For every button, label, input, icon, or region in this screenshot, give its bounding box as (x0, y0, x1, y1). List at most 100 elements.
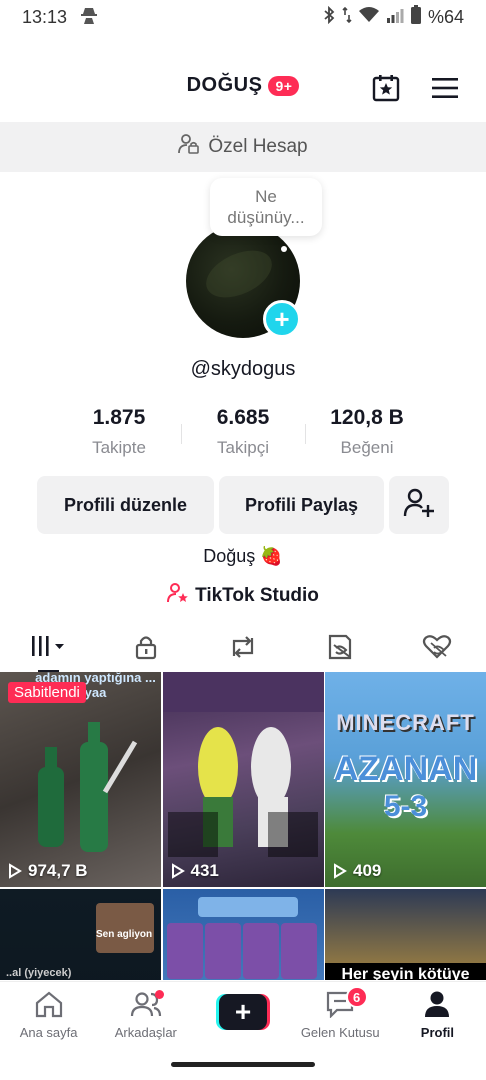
content-tabs (0, 626, 486, 672)
tab-liked[interactable] (389, 626, 486, 672)
share-profile-button[interactable]: Profili Paylaş (219, 476, 384, 534)
video-overlay-text: 5-3 (383, 790, 428, 823)
tab-reposts[interactable] (194, 626, 291, 672)
stat-label: Takipçi (217, 438, 269, 457)
video-grid: adamın yaptığına ... yaa Sabitlendi 974,… (0, 672, 486, 980)
status-right: %64 (322, 4, 464, 30)
stat-value: 6.685 (216, 406, 270, 429)
plus-icon: + (219, 994, 267, 1030)
thought-line-2: düşünüy... (227, 208, 305, 227)
bottom-navigation: Ana sayfa Arkadaşlar + 6 Gelen Kutusu Pr… (0, 981, 486, 1043)
game-cards-illustration (166, 896, 317, 979)
videos-grid-icon (29, 634, 69, 665)
studio-label: TikTok Studio (195, 585, 319, 606)
stat-following[interactable]: 1.875 Takipte (57, 406, 181, 458)
private-account-label: Özel Hesap (208, 136, 308, 157)
play-count-value: 409 (353, 861, 382, 880)
nav-profile-label: Profil (420, 1025, 455, 1040)
add-friend-button[interactable] (389, 476, 449, 534)
friends-notification-dot (155, 990, 165, 999)
pinned-badge: Sabitlendi (8, 682, 86, 703)
tab-videos[interactable] (0, 626, 97, 672)
repost-icon (229, 634, 257, 665)
stat-label: Beğeni (340, 438, 394, 457)
video-thumbnail[interactable]: MINECRAFT AZANAN 5-3 409 (325, 672, 486, 887)
lock-icon (133, 634, 159, 665)
profile-icon (423, 990, 451, 1021)
add-story-button[interactable]: + (263, 300, 301, 338)
tab-favorites[interactable] (292, 626, 389, 672)
home-indicator[interactable] (171, 1062, 315, 1067)
plus-icon: + (274, 304, 290, 334)
video-thumbnail[interactable]: Sen agliyon ..al (yiyecek) (0, 888, 161, 980)
account-switcher[interactable]: DOĞUŞ 9+ (0, 74, 486, 97)
play-icon (171, 863, 185, 879)
stat-value: 1.875 (92, 406, 146, 429)
play-count: 431 (171, 861, 219, 881)
chat-image (96, 902, 154, 953)
stat-label: Takipte (92, 438, 146, 457)
studio-icon (167, 582, 189, 610)
profile-stats: 1.875 Takipte 6.685 Takipçi 120,8 B Beğe… (0, 406, 486, 458)
video-caption: Her şeyin kötüye (325, 962, 486, 980)
play-icon (334, 863, 347, 879)
notification-badge: 9+ (268, 75, 300, 96)
incognito-icon (79, 5, 99, 30)
status-bar: 13:13 %64 (0, 0, 486, 34)
favorites-icon (326, 633, 354, 666)
bio-text: Doğuş 🍓 (203, 546, 283, 566)
tab-private[interactable] (97, 626, 194, 672)
add-friend-icon (403, 488, 435, 523)
stat-likes[interactable]: 120,8 B Beğeni (305, 406, 429, 458)
game-scene-illustration (162, 672, 324, 857)
video-subcaption: ..al (yiyecek) (6, 966, 72, 979)
status-time: 13:13 (22, 6, 68, 27)
signal-icon (386, 6, 404, 29)
nav-inbox[interactable]: 6 Gelen Kutusu (292, 982, 389, 1043)
home-icon (34, 990, 64, 1021)
stat-value: 120,8 B (330, 406, 404, 429)
menu-icon[interactable] (429, 72, 461, 104)
data-arrows-icon (342, 6, 352, 29)
stat-followers[interactable]: 6.685 Takipçi (181, 406, 305, 458)
nav-friends[interactable]: Arkadaşlar (97, 982, 194, 1043)
nav-home-label: Ana sayfa (19, 1025, 78, 1040)
profile-handle: @skydogus (190, 358, 296, 380)
inbox-count-badge: 6 (345, 986, 368, 1008)
play-count: 409 (333, 861, 381, 881)
video-thumbnail[interactable] (162, 888, 324, 980)
battery-percent: %64 (427, 6, 464, 27)
video-title: MINECRAFT (336, 710, 475, 735)
battery-icon (410, 4, 422, 30)
video-overlay-text: AZANAN (333, 750, 478, 788)
account-name: DOĞUŞ (186, 74, 263, 96)
calendar-star-icon[interactable] (370, 72, 402, 104)
play-icon (9, 863, 22, 879)
thought-bubble[interactable]: Ne düşünüy... (210, 178, 322, 236)
edit-profile-button[interactable]: Profili düzenle (37, 476, 214, 534)
tiktok-studio-link[interactable]: TikTok Studio (0, 582, 486, 610)
video-thumbnail[interactable]: Her şeyin kötüye (325, 888, 486, 980)
bluetooth-icon (322, 5, 336, 29)
user-lock-icon (178, 133, 200, 161)
play-count-value: 431 (190, 861, 219, 880)
liked-icon (422, 634, 452, 665)
play-count-value: 974,7 B (28, 861, 88, 880)
video-thumbnail[interactable]: adamın yaptığına ... yaa Sabitlendi 974,… (0, 672, 161, 887)
create-button[interactable]: + (216, 994, 270, 1030)
status-left: 13:13 (22, 5, 99, 30)
thought-line-1: Ne (255, 187, 277, 206)
private-account-bar[interactable]: Özel Hesap (0, 122, 486, 172)
wifi-icon (358, 6, 380, 29)
nav-inbox-label: Gelen Kutusu (300, 1025, 380, 1040)
nav-profile[interactable]: Profil (389, 982, 486, 1043)
bottles-illustration (38, 722, 138, 852)
thought-bubble-tail (281, 246, 287, 252)
video-caption: Sen agliyon (96, 928, 153, 940)
nav-create[interactable]: + (194, 982, 291, 1043)
nav-friends-label: Arkadaşlar (114, 1025, 177, 1040)
play-count: 974,7 B (8, 861, 88, 881)
profile-header: DOĞUŞ 9+ (0, 62, 486, 112)
video-thumbnail[interactable]: 431 (162, 672, 324, 887)
nav-home[interactable]: Ana sayfa (0, 982, 97, 1043)
